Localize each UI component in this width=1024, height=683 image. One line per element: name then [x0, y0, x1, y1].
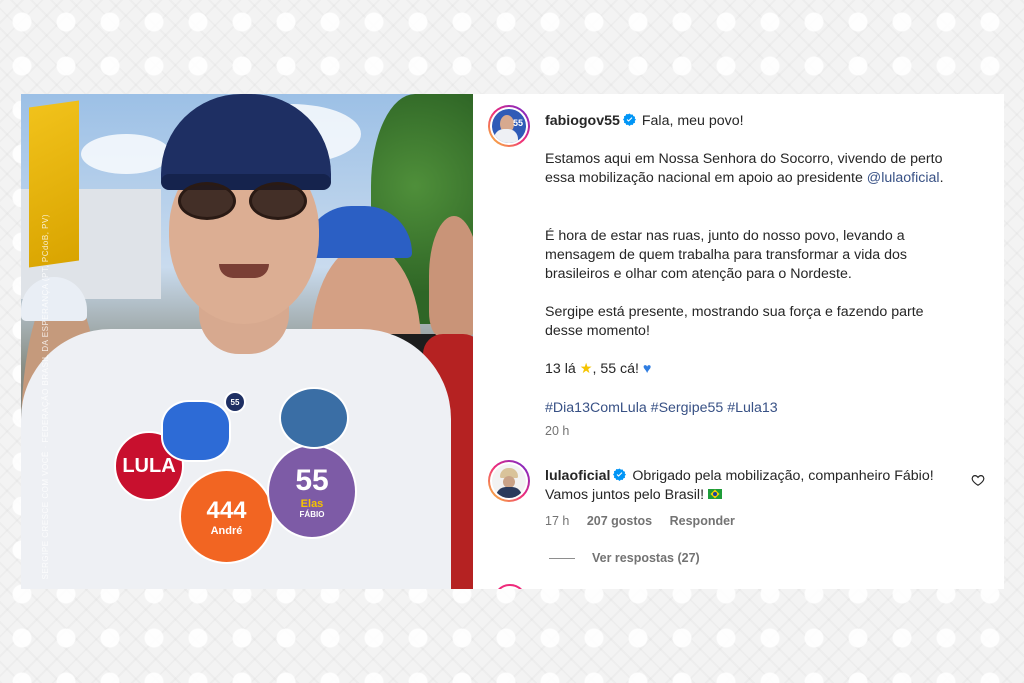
- photo-side-text: SERGIPE CRESCE COM VOCÊ · FEDERAÇÃO BRAS…: [41, 214, 50, 580]
- 55-elas-sticker: 55 Elas FÁBIO: [267, 444, 357, 539]
- caption-paragraph-1: Estamos aqui em Nossa Senhora do Socorro…: [545, 150, 965, 188]
- replies-divider: [549, 558, 575, 559]
- author-avatar-image: 55: [492, 109, 526, 143]
- mention-link[interactable]: @lulaoficial: [867, 170, 940, 186]
- post-timestamp[interactable]: 20 h: [545, 424, 965, 438]
- background-person: [429, 216, 473, 336]
- heart-outline-icon[interactable]: [971, 473, 985, 487]
- caption-period: .: [939, 170, 944, 186]
- sticker-444-text: 444: [206, 496, 247, 524]
- fabio-sticker: [161, 400, 231, 462]
- caption-text: 13 lá: [545, 361, 576, 377]
- campaign-flag: [29, 100, 79, 268]
- commenter-username[interactable]: lulaoficial: [545, 468, 610, 484]
- comment-body: lulaoficial Obrigado pela mobilização, c…: [545, 467, 965, 505]
- cloud: [81, 134, 171, 174]
- comment-likes[interactable]: 207 gostos: [587, 514, 652, 528]
- socorro-sticker: [279, 387, 349, 449]
- sticker-fabio-text: FÁBIO: [299, 510, 325, 519]
- sunglasses: [249, 182, 307, 220]
- small-55-pin: 55: [224, 391, 246, 413]
- verified-badge-icon: [613, 468, 627, 481]
- post-card: LULA 444 André 55 Elas FÁBIO 55 SERGIPE …: [21, 94, 1004, 589]
- caption-header: fabiogov55 Fala, meu povo!: [545, 112, 965, 131]
- commenter-avatar[interactable]: [488, 460, 530, 502]
- star-emoji-icon: ★: [579, 361, 593, 377]
- caption-paragraph-3: Sergipe está presente, mostrando sua for…: [545, 304, 924, 339]
- post-photo[interactable]: LULA 444 André 55 Elas FÁBIO 55 SERGIPE …: [21, 94, 473, 589]
- andre-444-sticker: 444 André: [179, 469, 274, 564]
- caption-paragraph-2: É hora de estar nas ruas, junto do nosso…: [545, 228, 907, 282]
- sticker-elas-text: Elas: [300, 498, 324, 510]
- comment-timestamp[interactable]: 17 h: [545, 514, 569, 528]
- reply-button[interactable]: Responder: [670, 514, 735, 528]
- caption-greeting: Fala, meu povo!: [641, 113, 744, 129]
- comment-meta: 17 h 207 gostos Responder: [545, 514, 965, 528]
- sticker-andre-text: André: [210, 524, 243, 537]
- sunglasses: [178, 182, 236, 220]
- sticker-55-text: 55: [295, 464, 329, 497]
- hashtags-link[interactable]: #Dia13ComLula #Sergipe55 #Lula13: [545, 399, 965, 418]
- brazil-flag-emoji-icon: [707, 489, 722, 499]
- author-avatar[interactable]: 55: [488, 105, 530, 147]
- caption-panel: 55 fabiogov55 Fala, meu povo! Estamos aq…: [473, 94, 1004, 589]
- caption-paragraph-4: 13 lá ★, 55 cá! ♥: [545, 360, 965, 379]
- blue-heart-emoji-icon: ♥: [642, 361, 652, 377]
- next-comment-avatar[interactable]: [493, 584, 527, 589]
- view-replies-button[interactable]: Ver respostas (27): [592, 551, 700, 565]
- caption-text: , 55 cá!: [592, 361, 639, 377]
- verified-badge-icon: [622, 113, 636, 126]
- author-username[interactable]: fabiogov55: [545, 113, 620, 129]
- commenter-avatar-image: [492, 464, 526, 498]
- mouth: [219, 264, 269, 278]
